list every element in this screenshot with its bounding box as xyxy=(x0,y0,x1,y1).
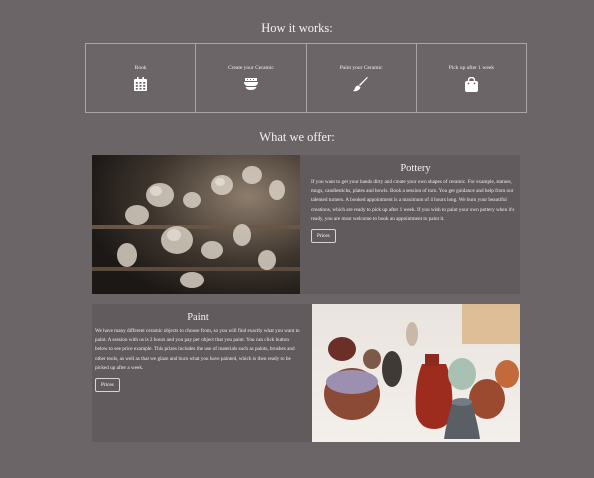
step-create: Create your Ceramic xyxy=(196,44,307,112)
paint-prices-button[interactable]: Prices xyxy=(95,378,120,393)
step-book: Book xyxy=(86,44,197,112)
pottery-prices-button[interactable]: Prices xyxy=(311,229,336,244)
paint-title: Paint xyxy=(187,312,209,323)
paint-description: We have many different ceramic objects t… xyxy=(95,328,300,371)
pottery-card: Pottery If you want to get your hands di… xyxy=(92,155,520,294)
pottery-description: If you want to get your hands dirty and … xyxy=(311,179,515,222)
steps-row: Book Create your Ceramic Paint your Cera… xyxy=(85,43,527,113)
painted-vases-photo xyxy=(312,304,520,442)
paint-card: Paint We have many different ceramic obj… xyxy=(92,304,520,442)
step-label: Paint your Ceramic xyxy=(339,65,383,71)
shopping-bag-icon xyxy=(464,77,478,92)
step-pickup: Pick up after 1 week xyxy=(417,44,526,112)
calendar-icon xyxy=(134,77,148,91)
step-paint: Paint your Ceramic xyxy=(307,44,417,112)
what-we-offer-heading: What we offer: xyxy=(259,130,335,144)
paint-text-block: Paint We have many different ceramic obj… xyxy=(95,304,301,393)
pottery-title: Pottery xyxy=(400,163,431,174)
step-label: Pick up after 1 week xyxy=(448,65,494,71)
bowls-icon xyxy=(243,77,259,90)
step-label: Create your Ceramic xyxy=(227,65,274,71)
paintbrush-icon xyxy=(353,77,369,92)
step-label: Book xyxy=(134,65,147,71)
how-it-works-heading: How it works: xyxy=(261,21,333,35)
ceramic-pieces-photo xyxy=(92,155,300,294)
pottery-text-block: Pottery If you want to get your hands di… xyxy=(311,155,520,244)
